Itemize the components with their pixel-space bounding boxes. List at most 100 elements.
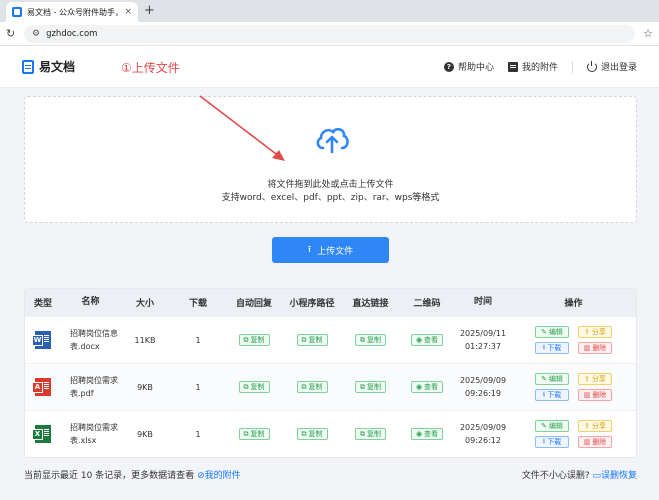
logout-link[interactable]: 退出登录 [586, 60, 637, 73]
address-bar: ↻ ⚙ gzhdoc.com ☆ [0, 22, 659, 46]
col-type: 类型 [33, 299, 52, 309]
table-row: W 招聘岗位信息表.docx 11KB 1 ⧉ 复制 ⧉ 复制 ⧉ 复制 ◉ 查看 20… [25, 316, 636, 363]
col-mini-path: 小程序路径 [289, 299, 335, 309]
upload-time: 2025/09/09 09:26:12 [459, 423, 507, 445]
col-size: 大小 [135, 299, 154, 309]
tab-close-icon[interactable]: × [124, 7, 132, 17]
tab-title: 易文档 - 公众号附件助手，一键 [27, 7, 120, 17]
copy-icon: ⧉ [243, 335, 249, 344]
my-attachments-label: 我的附件 [521, 63, 558, 73]
logo-text[interactable]: 易文档 [39, 58, 75, 75]
site-info-icon[interactable]: ⚙ [32, 29, 40, 39]
copy-icon: ⧉ [360, 429, 365, 438]
edit-icon: ✎ [541, 375, 547, 383]
browser-tab[interactable]: 易文档 - 公众号附件助手，一键 × [6, 2, 138, 22]
edit-button[interactable]: ✎ 编辑 [535, 326, 569, 338]
edit-button[interactable]: ✎ 编辑 [535, 373, 569, 385]
col-time: 时间 [473, 297, 492, 307]
recovery-text: 文件不小心误删? [521, 471, 590, 481]
recovery-link[interactable]: ▭误删恢复 [592, 471, 637, 481]
header-divider [571, 60, 573, 73]
copy-mini-path-button[interactable]: ⧉ 复制 [296, 428, 328, 440]
copy-mini-path-button[interactable]: ⧉ 复制 [296, 334, 328, 346]
file-icon [507, 61, 518, 72]
edit-icon: ✎ [541, 328, 547, 336]
new-tab-icon[interactable]: + [144, 3, 155, 18]
drop-hint: 将文件拖到此处或点击上传文件 [267, 180, 394, 190]
copy-auto-reply-button[interactable]: ⧉ 复制 [238, 381, 270, 393]
folder-icon: ▭ [592, 471, 601, 481]
share-button[interactable]: ⇪ 分享 [578, 420, 612, 432]
download-icon: ⭳ [542, 342, 546, 351]
edit-button[interactable]: ✎ 编辑 [535, 420, 569, 432]
my-attachments-footer-link[interactable]: ⊘我的附件 [197, 471, 241, 481]
upload-arrow-icon: ⭱ [307, 245, 312, 255]
col-auto-reply: 自动回复 [235, 299, 272, 309]
copy-auto-reply-button[interactable]: ⧉ 复制 [238, 428, 270, 440]
file-name[interactable]: 招聘岗位需求表.xlsx [61, 411, 120, 457]
col-name: 名称 [81, 297, 100, 307]
copy-direct-link-button[interactable]: ⧉ 复制 [355, 428, 386, 440]
annotation-label: ①上传文件 [121, 61, 180, 75]
copy-icon: ⧉ [360, 335, 365, 344]
copy-auto-reply-button[interactable]: ⧉ 复制 [238, 334, 270, 346]
logo-icon [22, 59, 34, 74]
share-button[interactable]: ⇪ 分享 [578, 373, 612, 385]
upload-time: 2025/09/09 09:26:19 [459, 376, 507, 398]
help-icon: ? [443, 61, 454, 72]
table-row: X 招聘岗位需求表.xlsx 9KB 1 ⧉ 复制 ⧉ 复制 ⧉ 复制 ◉ 查看 202… [25, 410, 636, 457]
download-button[interactable]: ⭳ 下载 [535, 342, 569, 354]
copy-direct-link-button[interactable]: ⧉ 复制 [355, 334, 386, 346]
upload-time: 2025/09/11 01:27:37 [459, 329, 507, 351]
delete-button[interactable]: ▥ 删除 [578, 342, 612, 354]
share-icon: ⇪ [584, 422, 590, 430]
share-icon: ⇪ [584, 375, 590, 383]
url-input[interactable]: ⚙ gzhdoc.com [24, 24, 636, 43]
copy-icon: ⧉ [243, 382, 249, 391]
file-size: 11KB [134, 335, 156, 345]
files-table: 类型 名称 大小 下载 自动回复 小程序路径 直达链接 二维码 时间 操作 W … [24, 288, 637, 458]
records-info: 当前显示最近 10 条记录，更多数据请查看 ⊘我的附件 [24, 468, 241, 481]
format-hint: 支持word、excel、pdf、ppt、zip、rar、wps等格式 [221, 193, 440, 203]
bookmark-star-icon[interactable]: ☆ [643, 27, 653, 40]
copy-direct-link-button[interactable]: ⧉ 复制 [355, 381, 386, 393]
trash-icon: ▥ [583, 344, 591, 352]
reload-icon[interactable]: ↻ [6, 27, 24, 40]
share-icon: ⇪ [584, 328, 590, 336]
delete-button[interactable]: ▥ 删除 [578, 436, 612, 448]
delete-button[interactable]: ▥ 删除 [578, 389, 612, 401]
copy-icon: ⧉ [301, 429, 307, 438]
cloud-upload-icon [316, 127, 349, 154]
col-actions: 操作 [564, 299, 583, 309]
help-center-link[interactable]: ? 帮助中心 [443, 60, 494, 73]
share-button[interactable]: ⇪ 分享 [578, 326, 612, 338]
upload-button-label: 上传文件 [317, 246, 354, 257]
view-qrcode-button[interactable]: ◉ 查看 [410, 381, 444, 393]
app-header: 易文档 ①上传文件 ? 帮助中心 我的附件 退出登录 [0, 46, 659, 88]
upload-button[interactable]: ⭱ 上传文件 [272, 237, 389, 263]
eye-icon: ◉ [415, 430, 423, 438]
my-attachments-link[interactable]: 我的附件 [507, 60, 558, 73]
upload-dropzone[interactable]: 将文件拖到此处或点击上传文件 支持word、excel、pdf、ppt、zip、… [24, 96, 637, 223]
browser-tabbar: 易文档 - 公众号附件助手，一键 × + [0, 0, 659, 22]
eye-icon: ◉ [415, 383, 423, 391]
download-button[interactable]: ⭳ 下载 [535, 389, 569, 401]
col-direct-link: 直达链接 [352, 299, 389, 309]
url-text: gzhdoc.com [46, 28, 98, 39]
logout-label: 退出登录 [600, 63, 637, 73]
edit-icon: ✎ [541, 422, 547, 430]
copy-mini-path-button[interactable]: ⧉ 复制 [296, 381, 328, 393]
col-qrcode: 二维码 [413, 299, 441, 309]
header-nav: ? 帮助中心 我的附件 退出登录 [430, 60, 637, 73]
file-size: 9KB [137, 429, 153, 439]
trash-icon: ▥ [583, 391, 591, 399]
help-center-label: 帮助中心 [457, 63, 494, 73]
eye-icon: ◉ [415, 336, 423, 344]
file-name[interactable]: 招聘岗位需求表.pdf [61, 364, 120, 410]
view-qrcode-button[interactable]: ◉ 查看 [410, 334, 444, 346]
records-text: 当前显示最近 10 条记录，更多数据请查看 [24, 471, 195, 481]
link-icon: ⊘ [197, 471, 205, 481]
view-qrcode-button[interactable]: ◉ 查看 [410, 428, 444, 440]
download-button[interactable]: ⭳ 下载 [535, 436, 569, 448]
file-name[interactable]: 招聘岗位信息表.docx [61, 317, 120, 363]
